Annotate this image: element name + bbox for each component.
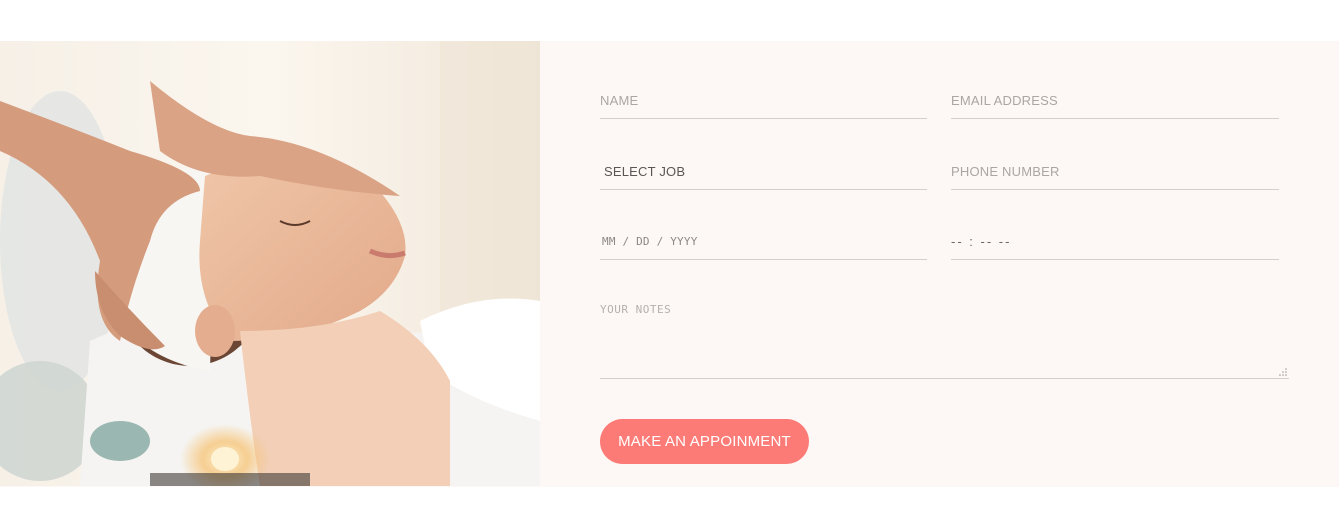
time-input[interactable]: -- : -- -- (951, 224, 1279, 260)
phone-input[interactable]: PHONE NUMBER (951, 154, 1279, 190)
date-input[interactable]: MM / DD / YYYY (600, 224, 927, 260)
job-select[interactable]: SELECT JOB (600, 154, 927, 190)
phone-placeholder: PHONE NUMBER (951, 164, 1060, 179)
job-select-value: SELECT JOB (604, 164, 686, 179)
appointment-section: NAME EMAIL ADDRESS SELECT JOB PHONE NUMB… (0, 41, 1339, 487)
make-appointment-button[interactable]: MAKE AN APPOINMENT (600, 419, 809, 464)
notes-placeholder: YOUR NOTES (600, 303, 672, 316)
email-placeholder: EMAIL ADDRESS (951, 93, 1058, 108)
time-placeholder: -- : -- -- (951, 234, 1012, 249)
email-input[interactable]: EMAIL ADDRESS (951, 83, 1279, 119)
date-placeholder: MM / DD / YYYY (602, 235, 698, 248)
notes-textarea[interactable]: YOUR NOTES (600, 299, 1289, 379)
name-input[interactable]: NAME (600, 83, 927, 119)
spa-massage-photo (0, 41, 540, 486)
resize-handle-icon[interactable] (1279, 368, 1287, 376)
spa-massage-illustration (0, 41, 540, 486)
name-placeholder: NAME (600, 93, 639, 108)
appointment-form: NAME EMAIL ADDRESS SELECT JOB PHONE NUMB… (540, 41, 1339, 487)
